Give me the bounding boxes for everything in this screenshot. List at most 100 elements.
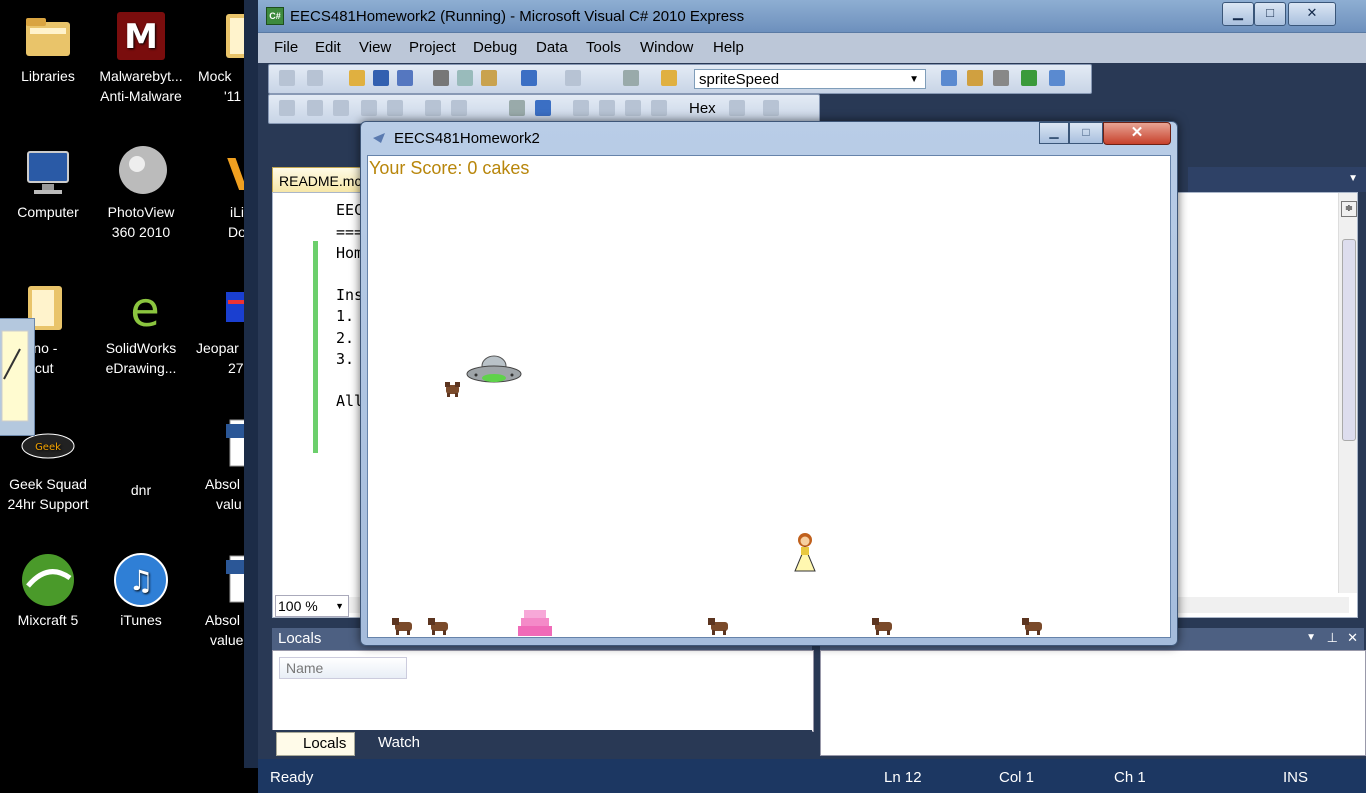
desktop-icon-computer[interactable]: Computer (0, 144, 96, 222)
pin-icon[interactable]: ⊥ (1327, 630, 1338, 646)
undo-icon[interactable] (521, 70, 537, 86)
step-out-icon[interactable] (625, 100, 641, 116)
svg-text:M: M (124, 17, 158, 57)
dog-sprite (445, 382, 460, 397)
start-debugging-icon[interactable] (623, 70, 639, 86)
stop-icon[interactable] (535, 100, 551, 116)
menu-tools[interactable]: Tools (586, 39, 621, 56)
toolbar-button-icon[interactable] (387, 100, 403, 116)
chevron-down-icon[interactable]: ▼ (1306, 632, 1316, 643)
locals-panel-title: Locals (278, 630, 322, 647)
chevron-down-icon[interactable]: ▼ (1348, 173, 1358, 184)
desktop-icon-malwarebytes[interactable]: M Malwarebyt... Anti-Malware (93, 8, 189, 106)
tab-watch-label: Watch (378, 734, 420, 751)
menu-data[interactable]: Data (536, 39, 568, 56)
redo-icon[interactable] (565, 70, 581, 86)
menu-project[interactable]: Project (409, 39, 456, 56)
scrollbar-thumb[interactable] (1342, 239, 1356, 441)
menu-help[interactable]: Help (713, 39, 744, 56)
find-combo[interactable]: spriteSpeed ▼ (694, 69, 926, 89)
maximize-button[interactable]: □ (1254, 2, 1286, 26)
menu-window[interactable]: Window (640, 39, 693, 56)
folder-icon (20, 8, 76, 64)
tab-strip-overflow: ▼ (1188, 167, 1366, 192)
save-icon[interactable] (373, 70, 389, 86)
sticky-notes-fragment[interactable] (0, 318, 35, 436)
tab-watch[interactable]: Watch (352, 732, 428, 754)
cut-icon[interactable] (433, 70, 449, 86)
menu-file[interactable]: File (274, 39, 298, 56)
desktop-icon-label: Mixcraft 5 (17, 612, 79, 628)
properties-icon[interactable] (967, 70, 983, 86)
menu-view[interactable]: View (359, 39, 391, 56)
solution-explorer-icon[interactable] (941, 70, 957, 86)
breakpoints-window-icon[interactable] (763, 100, 779, 116)
player-princess-sprite (794, 533, 816, 572)
toolbox-icon[interactable] (993, 70, 1009, 86)
split-handle-icon[interactable]: ≑ (1341, 201, 1357, 217)
status-char: Ch 1 (1114, 769, 1146, 786)
new-project-icon[interactable] (279, 70, 295, 86)
dog-sprite (872, 618, 892, 635)
hex-toggle[interactable]: Hex (689, 100, 716, 117)
uncomment-icon[interactable] (451, 100, 467, 116)
zoom-combo[interactable]: 100 % ▼ (275, 595, 349, 617)
paste-icon[interactable] (481, 70, 497, 86)
start-page-icon[interactable] (1021, 70, 1037, 86)
find-in-files-icon[interactable] (661, 70, 677, 86)
step-into-icon[interactable] (573, 100, 589, 116)
close-button[interactable]: ✕ (1103, 122, 1171, 145)
score-label: Your Score: 0 cakes (369, 158, 530, 178)
add-item-icon[interactable] (307, 70, 323, 86)
editor-vertical-scrollbar[interactable]: ≑ (1338, 193, 1357, 593)
desktop-icon-mixcraft[interactable]: Mixcraft 5 (0, 552, 96, 630)
toolbar-button-icon[interactable] (729, 100, 745, 116)
game-canvas[interactable]: Your Score: 0 cakes (367, 155, 1171, 638)
desktop-icon-label: eDrawing... (105, 360, 177, 376)
desktop-icon-dnr[interactable]: dnr (93, 480, 189, 500)
toolbar-button-icon[interactable] (651, 100, 667, 116)
toolbar-button-icon[interactable] (279, 100, 295, 116)
minimize-button[interactable]: ▁ (1222, 2, 1254, 26)
desktop-icon-libraries[interactable]: Libraries (0, 8, 96, 86)
minimize-button[interactable]: ▁ (1039, 122, 1069, 144)
desktop-icon-label: Anti-Malware (100, 88, 182, 104)
maximize-button[interactable]: □ (1069, 122, 1103, 144)
tab-readme-label: README.mc (279, 173, 362, 189)
status-insert-mode: INS (1283, 769, 1309, 786)
close-button[interactable]: ✕ (1288, 2, 1336, 26)
continue-icon[interactable] (509, 100, 525, 116)
pointer-icon[interactable] (333, 100, 349, 116)
save-all-icon[interactable] (397, 70, 413, 86)
desktop-icon-itunes[interactable]: ♫ iTunes (93, 552, 189, 630)
step-over-icon[interactable] (599, 100, 615, 116)
change-tracking-bar (313, 241, 318, 453)
right-panel[interactable] (820, 650, 1366, 756)
locals-name-column-header[interactable]: Name (279, 657, 407, 679)
chevron-down-icon[interactable]: ▼ (335, 596, 344, 616)
chevron-down-icon[interactable]: ▼ (909, 70, 919, 90)
tab-locals[interactable]: Locals (276, 732, 356, 756)
app-icon (371, 130, 387, 146)
desktop-icon-label: PhotoView (107, 204, 175, 220)
game-window[interactable]: EECS481Homework2 ▁ □ ✕ Your Score: 0 cak… (360, 121, 1178, 646)
toolbar-button-icon[interactable] (307, 100, 323, 116)
close-icon[interactable]: ✕ (1347, 630, 1358, 646)
copy-icon[interactable] (457, 70, 473, 86)
ufo-sprite (466, 355, 522, 383)
malwarebytes-icon: M (113, 8, 169, 64)
csharp-app-icon: C# (266, 7, 284, 25)
desktop-icon-solidworks[interactable]: e SolidWorks eDrawing... (93, 280, 189, 378)
extension-manager-icon[interactable] (1049, 70, 1065, 86)
menu-edit[interactable]: Edit (315, 39, 341, 56)
menu-debug[interactable]: Debug (473, 39, 517, 56)
vs-title-bar[interactable]: C# EECS481Homework2 (Running) - Microsof… (258, 0, 1366, 33)
open-file-icon[interactable] (349, 70, 365, 86)
rename-icon[interactable] (361, 100, 377, 116)
computer-icon (20, 144, 76, 200)
vs-window-title: EECS481Homework2 (Running) - Microsoft V… (290, 8, 745, 25)
locals-panel[interactable]: Name (272, 650, 814, 732)
desktop-icon-label: Computer (17, 204, 79, 220)
comment-icon[interactable] (425, 100, 441, 116)
desktop-icon-photoview[interactable]: PhotoView 360 2010 (93, 144, 189, 242)
